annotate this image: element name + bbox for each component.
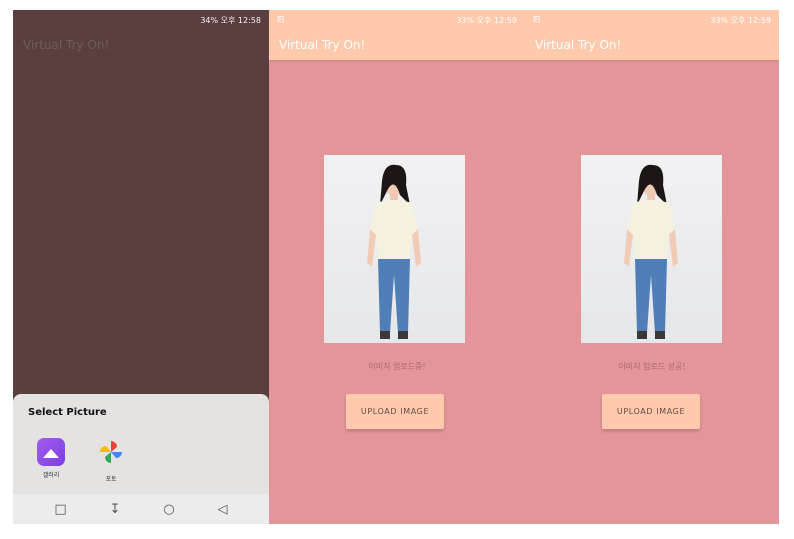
status-text: 33% 오후 12:59 (456, 15, 517, 25)
recents-square-icon[interactable]: □ (54, 502, 66, 517)
down-arrow-icon[interactable]: ↧ (110, 502, 121, 517)
app-bar: Virtual Try On! (525, 30, 779, 60)
gallery-icon (37, 438, 65, 466)
photos-app-option[interactable]: 포토 (91, 438, 131, 483)
photos-pinwheel-icon (100, 441, 122, 463)
system-navbar: □ ↧ ○ ◁ (13, 494, 269, 524)
status-text: 34% 오후 12:58 (200, 15, 261, 25)
app-title: Virtual Try On! (279, 38, 366, 52)
select-picture-sheet: Select Picture 갤러리 포토 □ ↧ ○ ◁ (13, 394, 269, 524)
phone-screen-uploaded: ⊟ 33% 오후 12:59 Virtual Try On! 이미지 업로드 성… (525, 10, 779, 524)
notification-icon: ⊟ (533, 15, 541, 25)
sheet-title: Select Picture (28, 407, 107, 418)
upload-image-button[interactable]: UPLOAD IMAGE (346, 394, 444, 429)
gallery-label: 갤러리 (42, 472, 60, 479)
upload-status-message: 이미지 업로드 성공! (618, 362, 686, 371)
uploaded-person-photo (581, 155, 722, 343)
status-text: 33% 오후 12:59 (710, 15, 771, 25)
phone-screen-picker: 34% 오후 12:58 Virtual Try On! Select Pict… (13, 10, 269, 524)
status-bar: 34% 오후 12:58 (13, 10, 269, 30)
app-title: Virtual Try On! (23, 38, 110, 52)
back-triangle-icon[interactable]: ◁ (218, 502, 228, 517)
upload-status-message: 이미지 업로드중! (368, 362, 426, 371)
app-bar: Virtual Try On! (13, 30, 269, 60)
photos-label: 포토 (105, 476, 117, 483)
uploaded-person-photo (324, 155, 465, 343)
status-bar: ⊟ 33% 오후 12:59 (525, 10, 779, 30)
phone-screen-uploading: ⊟ 33% 오후 12:59 Virtual Try On! 이미지 업로드중!… (269, 10, 525, 524)
home-circle-icon[interactable]: ○ (163, 502, 174, 517)
app-bar: Virtual Try On! (269, 30, 525, 60)
notification-icon: ⊟ (277, 15, 285, 25)
gallery-app-option[interactable]: 갤러리 (31, 438, 71, 479)
app-title: Virtual Try On! (535, 38, 622, 52)
status-bar: ⊟ 33% 오후 12:59 (269, 10, 525, 30)
upload-image-button[interactable]: UPLOAD IMAGE (602, 394, 700, 429)
